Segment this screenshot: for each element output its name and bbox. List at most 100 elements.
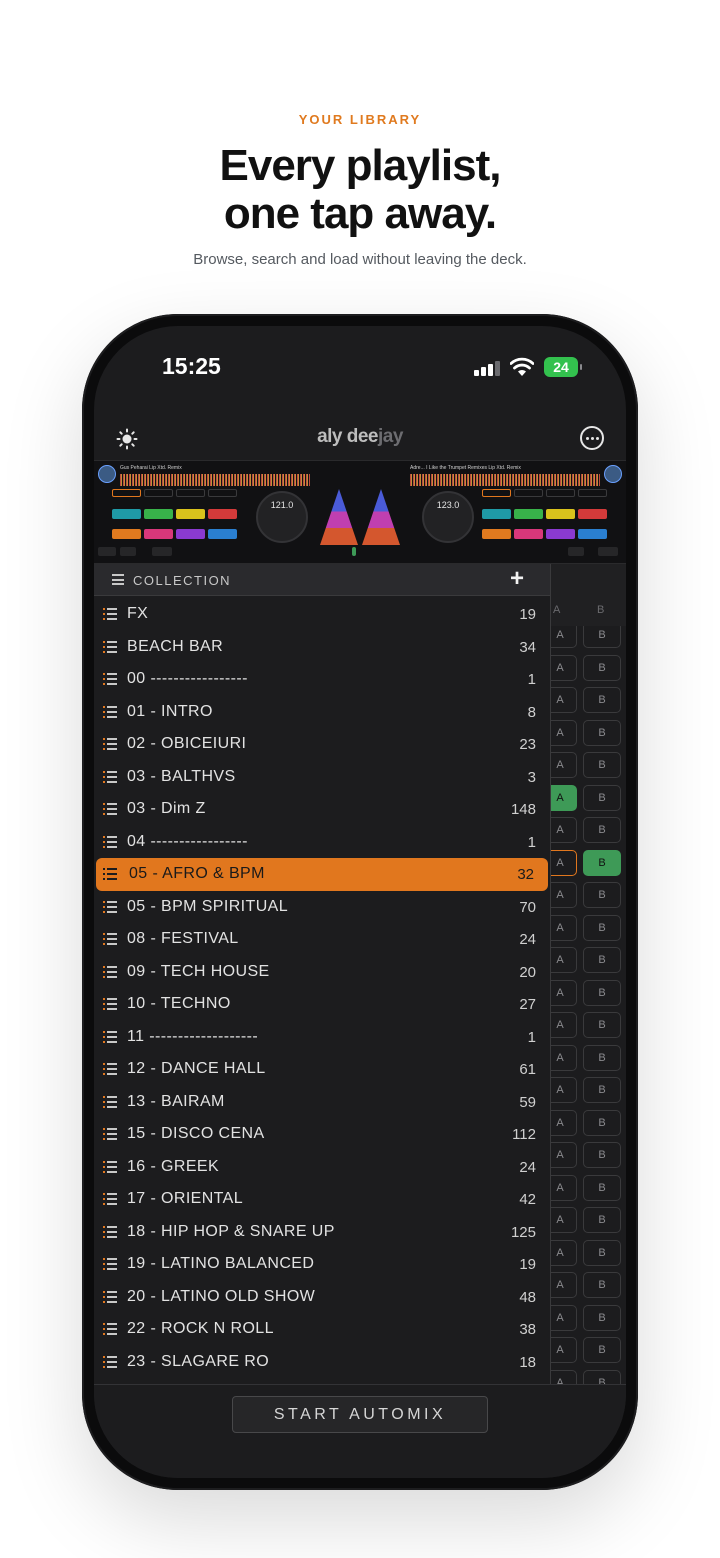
deck-right-track-title: Adre... I Like the Trumpet Remixes Lip X… [410, 465, 521, 471]
load-deck-b-button[interactable]: B [583, 849, 621, 876]
playlist-row[interactable]: 05 - BPM SPIRITUAL 70 [94, 891, 550, 924]
load-deck-b-button[interactable]: B [583, 914, 621, 941]
load-deck-a-button[interactable]: A [551, 752, 577, 778]
playlist-track-count: 19 [519, 606, 536, 623]
deck-left-jog-wheel[interactable]: 121.0 [256, 491, 308, 543]
deck-right-waveform[interactable] [410, 474, 600, 486]
playlist-row[interactable]: BEACH BAR 34 [94, 631, 550, 664]
load-deck-a-button[interactable]: A [551, 719, 577, 746]
deck-left-tabs[interactable] [112, 489, 237, 497]
load-deck-a-button[interactable]: A [551, 947, 577, 973]
load-deck-a-button[interactable]: A [551, 687, 577, 713]
playlist-row[interactable]: 11 ------------------- 1 [94, 1021, 550, 1054]
playlist-row[interactable]: 04 ----------------- 1 [94, 826, 550, 859]
load-deck-a-button[interactable]: A [551, 1012, 577, 1038]
load-deck-a-button[interactable]: A [551, 1337, 577, 1363]
playlist-name: 08 - FESTIVAL [127, 930, 239, 947]
deck-right-pads-row-2[interactable] [482, 529, 607, 539]
load-deck-a-button[interactable]: A [551, 1239, 577, 1266]
deck-left[interactable]: Gus Peharai Lip Xtd. Remix 121.0 [96, 461, 310, 565]
load-deck-a-button[interactable]: A [551, 817, 577, 843]
load-deck-b-button[interactable]: B [583, 1272, 621, 1298]
mixer-meters[interactable] [316, 471, 404, 556]
load-deck-a-button[interactable]: A [551, 979, 577, 1006]
playlist-icon [103, 1290, 117, 1303]
playlist-row[interactable]: 01 - INTRO 8 [94, 696, 550, 729]
load-deck-a-button[interactable]: A [551, 654, 577, 681]
deck-right-jog-wheel[interactable]: 123.0 [422, 491, 474, 543]
playlist-row[interactable]: 19 - LATINO BALANCED 19 [94, 1248, 550, 1281]
load-deck-b-button[interactable]: B [583, 1337, 621, 1363]
deck-right-pads-row-1[interactable] [482, 509, 607, 519]
playlist-name: 16 - GREEK [127, 1157, 220, 1175]
load-deck-b-button[interactable]: B [583, 1304, 621, 1331]
playlist-row[interactable]: 15 - DISCO CENA 112 [94, 1118, 550, 1151]
load-deck-a-button[interactable]: A [551, 1142, 577, 1168]
playlist-name: BEACH BAR [127, 637, 224, 655]
add-playlist-icon[interactable]: + [510, 567, 524, 591]
load-deck-b-button[interactable]: B [583, 654, 621, 681]
decks-mini-view[interactable]: Gus Peharai Lip Xtd. Remix 121.0 Adre...… [94, 460, 626, 564]
playlist-row[interactable]: FX 19 [94, 598, 550, 631]
load-deck-b-button[interactable]: B [583, 1239, 621, 1266]
load-deck-b-button[interactable]: B [583, 719, 621, 746]
playlist-track-count: 1 [527, 833, 536, 851]
load-deck-a-button[interactable]: A [551, 1174, 577, 1201]
battery-indicator: 24 [544, 357, 582, 377]
load-deck-a-button[interactable]: A [551, 914, 577, 941]
load-deck-b-button[interactable]: B [583, 1174, 621, 1201]
playlist-icon [103, 705, 117, 718]
playlist-row[interactable]: 16 - GREEK 24 [94, 1151, 550, 1184]
playlist-row[interactable]: 17 - ORIENTAL 42 [94, 1183, 550, 1216]
deck-left-pads-row-1[interactable] [112, 509, 237, 519]
deck-left-track-title: Gus Peharai Lip Xtd. Remix [120, 465, 182, 471]
load-deck-a-button[interactable]: A [551, 1044, 577, 1071]
load-deck-b-button[interactable]: B [583, 784, 621, 811]
load-deck-b-button[interactable]: B [583, 1142, 621, 1168]
load-deck-b-button[interactable]: B [583, 687, 621, 713]
playlist-row[interactable]: 12 - DANCE HALL 61 [94, 1053, 550, 1086]
deck-left-waveform[interactable] [120, 474, 310, 486]
load-deck-a-button[interactable]: A [551, 1077, 577, 1103]
load-deck-a-button[interactable]: A [551, 882, 577, 908]
deck-left-avatar [98, 465, 116, 483]
deck-left-pads-row-2[interactable] [112, 529, 237, 539]
load-deck-b-button[interactable]: B [583, 817, 621, 843]
load-deck-b-button[interactable]: B [583, 626, 621, 648]
playlist-row[interactable]: 03 - Dim Z 148 [94, 793, 550, 826]
load-deck-a-button[interactable]: A [551, 1272, 577, 1298]
playlist-row[interactable]: 10 - TECHNO 27 [94, 988, 550, 1021]
playlist-row[interactable]: 05 - AFRO & BPM 32 [96, 858, 548, 891]
deck-right-tabs[interactable] [482, 489, 607, 497]
deck-assign-row: AB [551, 626, 626, 650]
load-deck-b-button[interactable]: B [583, 947, 621, 973]
more-options-icon[interactable] [580, 426, 604, 450]
load-deck-b-button[interactable]: B [583, 1077, 621, 1103]
playlist-row[interactable]: 20 - LATINO OLD SHOW 48 [94, 1281, 550, 1314]
playlist-row[interactable]: 02 - OBICEIURI 23 [94, 728, 550, 761]
playlist-row[interactable]: 00 ----------------- 1 [94, 663, 550, 696]
load-deck-b-button[interactable]: B [583, 1044, 621, 1071]
load-deck-b-button[interactable]: B [583, 752, 621, 778]
load-deck-a-button[interactable]: A [551, 626, 577, 648]
playlist-row[interactable]: 09 - TECH HOUSE 20 [94, 956, 550, 989]
deck-right[interactable]: Adre... I Like the Trumpet Remixes Lip X… [410, 461, 624, 565]
playlist-row[interactable]: 23 - SLAGARE RO 18 [94, 1346, 550, 1379]
playlist-track-count: 148 [510, 801, 536, 818]
playlist-row[interactable]: 08 - FESTIVAL 24 [94, 923, 550, 956]
load-deck-b-button[interactable]: B [583, 979, 621, 1006]
load-deck-b-button[interactable]: B [583, 882, 621, 908]
playlist-row[interactable]: 13 - BAIRAM 59 [94, 1086, 550, 1119]
load-deck-a-button[interactable]: A [551, 784, 577, 811]
load-deck-a-button[interactable]: A [551, 849, 577, 876]
playlist-row[interactable]: 18 - HIP HOP & SNARE UP 125 [94, 1216, 550, 1249]
playlist-row[interactable]: 03 - BALTHVS 3 [94, 761, 550, 794]
load-deck-a-button[interactable]: A [551, 1207, 577, 1233]
load-deck-a-button[interactable]: A [551, 1304, 577, 1331]
load-deck-b-button[interactable]: B [583, 1109, 621, 1136]
playlist-row[interactable]: 22 - ROCK N ROLL 38 [94, 1313, 550, 1346]
start-automix-button[interactable]: START AUTOMIX [232, 1396, 488, 1433]
load-deck-a-button[interactable]: A [551, 1109, 577, 1136]
load-deck-b-button[interactable]: B [583, 1207, 621, 1233]
load-deck-b-button[interactable]: B [583, 1012, 621, 1038]
